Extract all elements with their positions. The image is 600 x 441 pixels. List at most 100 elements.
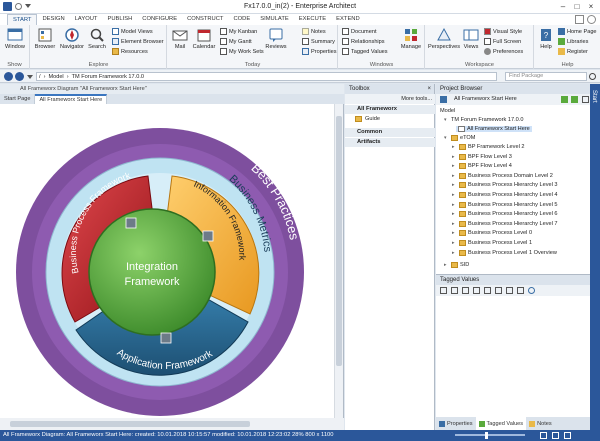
breadcrumb[interactable]: / › Model › TM Forum Framework 17.0.0 <box>36 72 497 81</box>
vscroll-thumb[interactable] <box>336 116 342 366</box>
libraries-button[interactable]: Libraries <box>558 38 588 45</box>
properties-button[interactable]: Properties <box>302 48 337 55</box>
move-down-icon[interactable] <box>561 96 568 103</box>
home-page-button[interactable]: Home Page <box>558 28 597 35</box>
find-search-icon[interactable] <box>589 73 596 80</box>
tagged-values-button[interactable]: Tagged Values <box>342 48 388 55</box>
link-icon[interactable] <box>125 217 137 229</box>
zoom-slider[interactable] <box>455 434 525 436</box>
my-gantt-button[interactable]: My Gantt <box>220 38 252 45</box>
resources-button[interactable]: Resources <box>112 48 148 55</box>
navigator-button[interactable]: Navigator <box>58 27 86 50</box>
element-browser-button[interactable]: Element Browser <box>112 38 164 45</box>
tab-layout[interactable]: LAYOUT <box>70 14 103 25</box>
register-button[interactable]: Register <box>558 48 588 55</box>
tree-folder[interactable]: ▸ Business Process Hierarchy Level 3 <box>452 182 558 189</box>
full-screen-button[interactable]: Full Screen <box>484 38 521 45</box>
hscroll-thumb[interactable] <box>10 421 250 427</box>
tab-execute[interactable]: EXECUTE <box>294 14 331 25</box>
model-views-button[interactable]: Model Views <box>112 28 153 35</box>
visual-style-button[interactable]: Visual Style <box>484 28 522 35</box>
tab-construct[interactable]: CONSTRUCT <box>182 14 228 25</box>
tree-folder[interactable]: ▸ Business Process Hierarchy Level 7 <box>452 220 558 227</box>
toolbox-item-guide[interactable]: Guide <box>355 116 380 122</box>
tree-etom[interactable]: ▾ eTOM <box>444 135 475 141</box>
tree-folder[interactable]: ▸ BPF Flow Level 3 <box>452 153 512 160</box>
tree-folder[interactable]: ▸ Business Process Hierarchy Level 4 <box>452 192 558 198</box>
diagram-canvas[interactable]: Integration Framework Business Process F… <box>0 104 334 418</box>
expand-icon[interactable]: ▸ <box>452 163 457 169</box>
tab-notes[interactable]: Notes <box>526 417 555 430</box>
calendar-button[interactable]: Calendar <box>191 27 217 50</box>
tree-folder[interactable]: ▸ Business Process Level 0 <box>452 230 532 237</box>
tagged-tool-icon[interactable] <box>440 287 447 294</box>
expand-icon[interactable]: ▸ <box>452 192 457 198</box>
forward-icon[interactable] <box>15 72 24 81</box>
move-up-icon[interactable] <box>571 96 578 103</box>
close-icon[interactable]: × <box>427 84 431 94</box>
notes-button[interactable]: Notes <box>302 28 326 35</box>
diagram-vertical-scrollbar[interactable] <box>334 104 343 418</box>
history-dropdown-icon[interactable] <box>27 75 33 79</box>
document-button[interactable]: Document <box>342 28 377 35</box>
tree-folder[interactable]: ▸ BP Framework Level 2 <box>452 144 524 150</box>
browser-options-icon[interactable] <box>582 96 589 103</box>
tagged-tool-icon[interactable] <box>517 287 524 294</box>
tab-design[interactable]: DESIGN <box>37 14 69 25</box>
tree-diagram-selected[interactable]: All Frameworx Start Here <box>456 126 532 132</box>
breadcrumb-model[interactable]: Model <box>48 74 63 80</box>
views-button[interactable]: Views <box>462 27 480 50</box>
toolbox-section-common[interactable]: Common <box>345 128 435 137</box>
tab-extend[interactable]: EXTEND <box>331 14 365 25</box>
manage-button[interactable]: Manage <box>399 27 423 50</box>
expand-icon[interactable]: ▸ <box>452 202 457 208</box>
tab-properties[interactable]: Properties <box>436 417 476 430</box>
tree-folder[interactable]: ▸ Business Process Level 1 Overview <box>452 249 557 256</box>
tree-folder[interactable]: ▸ Business Process Domain Level 2 <box>452 172 553 179</box>
toolbox-section-artifacts[interactable]: Artifacts <box>345 138 435 147</box>
tree-sid[interactable]: ▸ SID <box>444 262 469 268</box>
tab-start[interactable]: START <box>7 14 38 25</box>
summary-button[interactable]: Summary <box>302 38 335 45</box>
toolbox-section-all-frameworx[interactable]: All Frameworx <box>345 105 435 114</box>
link-icon[interactable] <box>202 230 214 242</box>
tab-code[interactable]: CODE <box>228 14 255 25</box>
right-dock-start-tab[interactable]: Start <box>591 90 597 103</box>
back-icon[interactable] <box>4 72 13 81</box>
expand-icon[interactable]: ▸ <box>452 221 457 227</box>
maximize-icon[interactable]: □ <box>572 2 582 12</box>
link-icon[interactable] <box>160 332 172 344</box>
tab-start-page[interactable]: Start Page <box>0 94 36 104</box>
reviews-button[interactable]: Reviews <box>264 27 288 50</box>
tagged-tool-icon[interactable] <box>506 287 513 294</box>
expand-icon[interactable]: ▸ <box>452 173 457 179</box>
search-button[interactable]: Search <box>87 27 107 50</box>
window-button[interactable]: Window <box>3 27 27 50</box>
tab-all-frameworx[interactable]: All Frameworx Start Here <box>35 94 108 104</box>
tagged-tool-icon[interactable] <box>495 287 502 294</box>
expand-icon[interactable]: ▸ <box>452 250 457 256</box>
breadcrumb-root[interactable]: / <box>39 74 41 80</box>
tree-folder[interactable]: ▸ Business Process Level 1 <box>452 240 532 246</box>
help-icon[interactable] <box>587 15 596 24</box>
tab-configure[interactable]: CONFIGURE <box>137 14 182 25</box>
relationships-button[interactable]: Relationships <box>342 38 385 45</box>
help-button[interactable]: ? Help <box>537 27 555 50</box>
collapse-ribbon-icon[interactable] <box>575 15 584 24</box>
tree-folder[interactable]: ▸ Business Process Hierarchy Level 5 <box>452 201 558 208</box>
collapse-icon[interactable]: ▾ <box>444 117 449 123</box>
tagged-tool-icon[interactable] <box>473 287 480 294</box>
preferences-button[interactable]: Preferences <box>484 48 523 55</box>
mail-button[interactable]: Mail <box>170 27 190 50</box>
tree-folder[interactable]: ▸ BPF Flow Level 4 <box>452 163 512 170</box>
perspectives-button[interactable]: Perspectives <box>428 27 460 50</box>
expand-icon[interactable]: ▸ <box>452 182 457 188</box>
browser-button[interactable]: Browser <box>33 27 57 50</box>
more-tools-button[interactable]: More tools... <box>345 94 435 104</box>
diagram-horizontal-scrollbar[interactable] <box>0 418 344 430</box>
tab-simulate[interactable]: SIMULATE <box>255 14 294 25</box>
expand-icon[interactable]: ▸ <box>452 211 457 217</box>
expand-icon[interactable]: ▸ <box>452 144 457 150</box>
breadcrumb-package[interactable]: TM Forum Framework 17.0.0 <box>72 74 144 80</box>
my-work-sets-button[interactable]: My Work Sets <box>220 48 264 55</box>
